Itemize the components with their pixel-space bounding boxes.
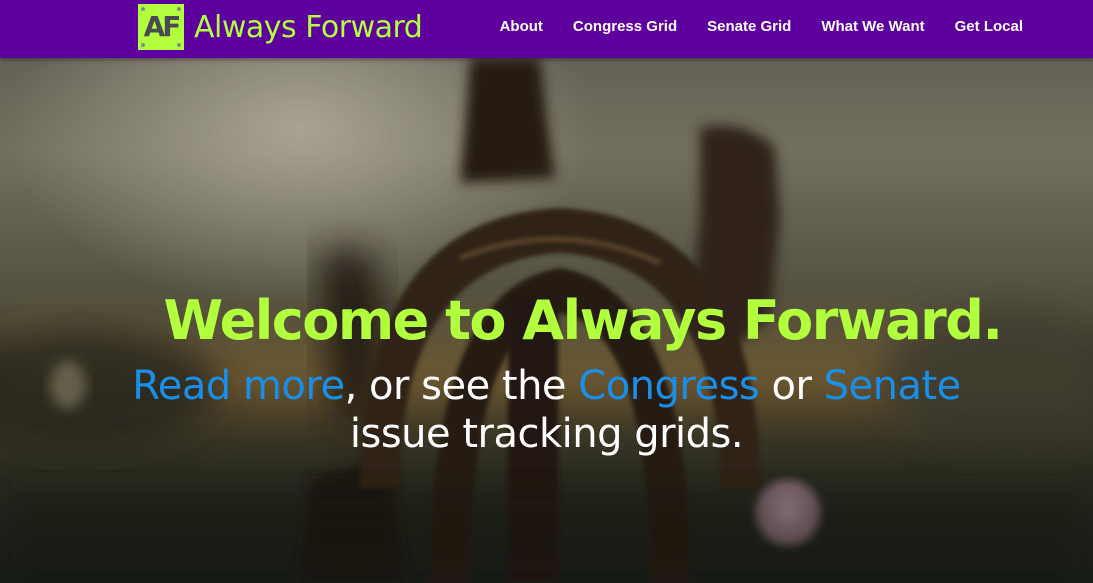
- logo-corner: [141, 7, 145, 11]
- nav-item: Senate Grid: [707, 18, 791, 36]
- top-navbar: AF Always Forward About Congress Grid Se…: [0, 0, 1093, 58]
- nav-item: What We Want: [821, 18, 924, 36]
- logo-corner: [177, 43, 181, 47]
- nav-link-senate-grid[interactable]: Senate Grid: [707, 18, 791, 35]
- af-logo-icon: AF: [138, 4, 184, 50]
- nav-link-about[interactable]: About: [500, 18, 543, 35]
- read-more-link[interactable]: Read more: [132, 363, 345, 409]
- brand-home-link[interactable]: AF Always Forward: [138, 4, 423, 50]
- nav-menu: About Congress Grid Senate Grid What We …: [470, 0, 1023, 54]
- nav-item: About: [500, 18, 543, 36]
- hero-text-segment: , or see the: [344, 363, 579, 409]
- logo-corner: [141, 43, 145, 47]
- hero-text-segment: issue tracking grids.: [349, 411, 744, 457]
- nav-item: Congress Grid: [573, 18, 677, 36]
- brand-name: Always Forward: [194, 9, 423, 45]
- hero-title: Welcome to Always Forward.: [163, 289, 1003, 352]
- logo-text: AF: [143, 10, 182, 43]
- nav-item: Get Local: [955, 18, 1023, 36]
- hero-text-segment: or: [759, 363, 824, 409]
- hero-section: Welcome to Always Forward. Read more, or…: [0, 58, 1093, 583]
- hero-content: Welcome to Always Forward. Read more, or…: [0, 286, 1093, 458]
- nav-link-congress-grid[interactable]: Congress Grid: [573, 18, 677, 35]
- congress-link[interactable]: Congress: [578, 363, 760, 409]
- logo-corner: [177, 7, 181, 11]
- hero-subtitle: Read more, or see the Congress or Senate…: [77, 362, 1017, 458]
- nav-link-what-we-want[interactable]: What We Want: [821, 18, 924, 35]
- nav-link-get-local[interactable]: Get Local: [955, 18, 1023, 35]
- senate-link[interactable]: Senate: [824, 363, 962, 409]
